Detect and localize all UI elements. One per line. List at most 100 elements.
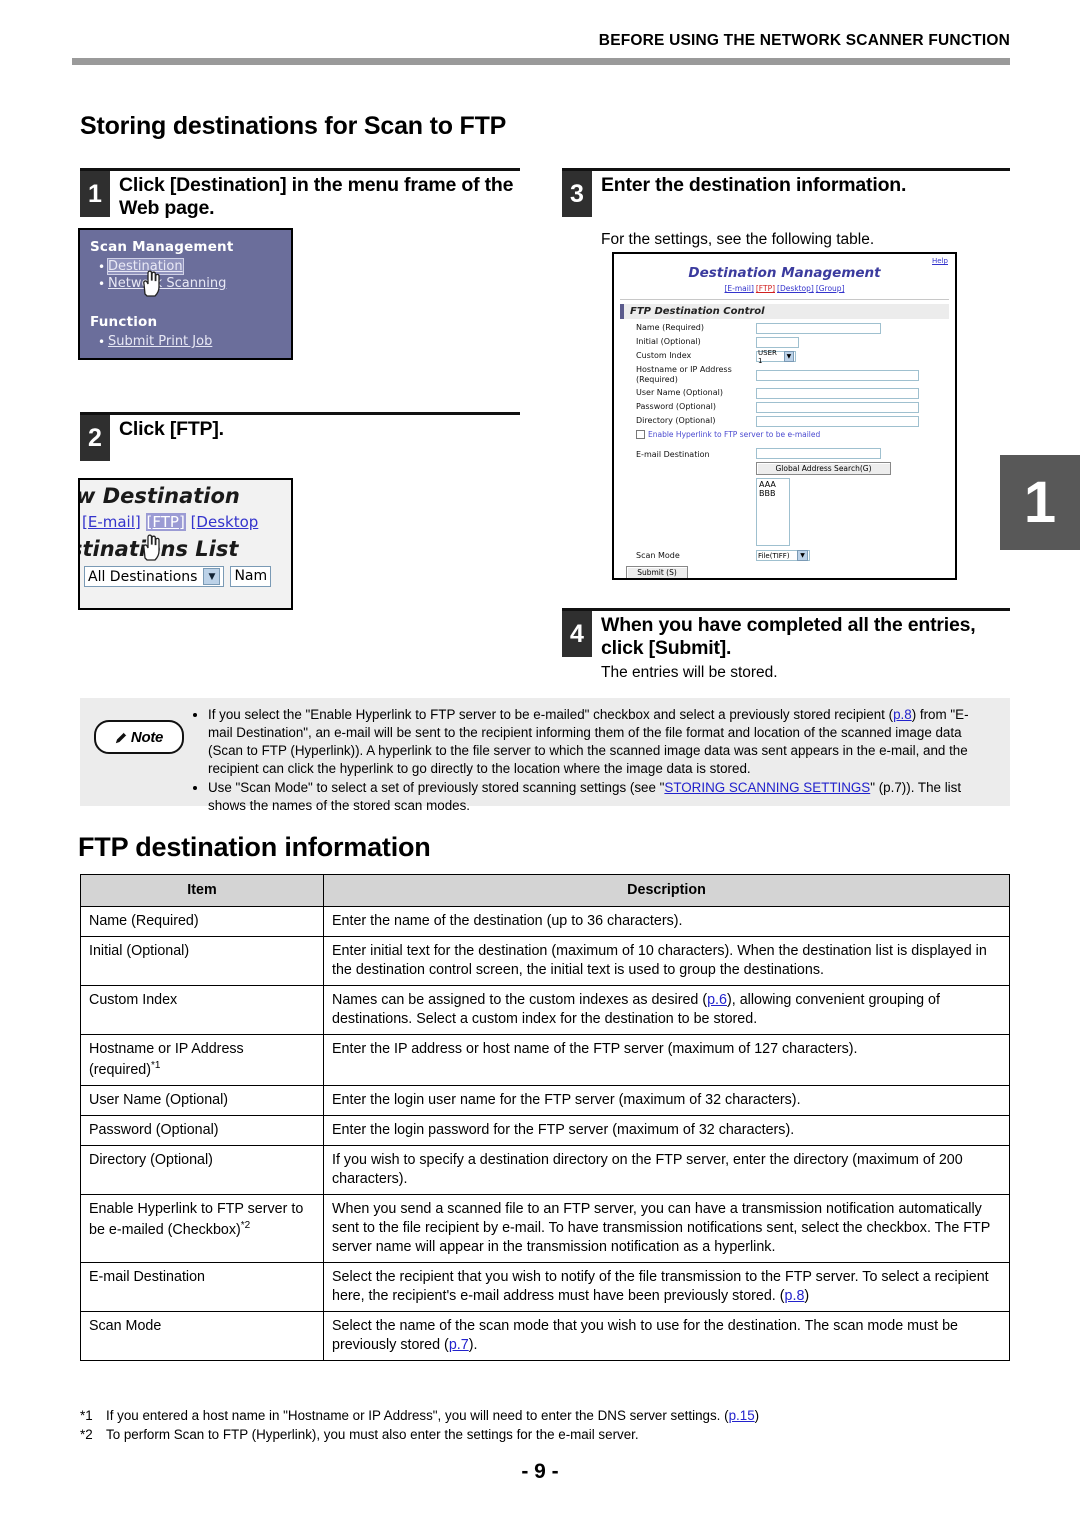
- link-p7[interactable]: p.7: [449, 1337, 469, 1353]
- footnote-1-marker: *1: [80, 1408, 93, 1423]
- row-item: Directory (Optional): [80, 1144, 324, 1195]
- form-title: Destination Management: [688, 265, 881, 281]
- enable-hyperlink-checkbox-row[interactable]: Enable Hyperlink to FTP server to be e-m…: [636, 430, 955, 439]
- scan-mode-select[interactable]: File(TIFF) ▼: [756, 550, 810, 561]
- field-name-label: Name (Required): [636, 323, 704, 332]
- row-item: User Name (Optional): [80, 1084, 324, 1116]
- all-destinations-select[interactable]: All Destinations ▼: [84, 566, 225, 587]
- enable-hyperlink-label: Enable Hyperlink to FTP server to be e-m…: [648, 430, 821, 439]
- note-content: If you select the "Enable Hyperlink to F…: [192, 706, 992, 817]
- page-title: Storing destinations for Scan to FTP: [80, 112, 507, 140]
- menu-link-network-scanning[interactable]: Network Scanning: [108, 276, 226, 291]
- menu-item-network-scanning[interactable]: • Network Scanning: [98, 276, 291, 291]
- right-column: 3 Enter the destination information. For…: [562, 168, 1010, 249]
- footnotes: *1 If you entered a host name in "Hostna…: [80, 1406, 1010, 1445]
- dest-shot-title: w Destination: [78, 484, 240, 508]
- link-p15[interactable]: p.15: [729, 1408, 755, 1423]
- field-name-input[interactable]: [756, 323, 881, 334]
- global-address-search-button[interactable]: Global Address Search(G): [756, 462, 891, 475]
- field-custom-index-label: Custom Index: [636, 351, 692, 360]
- footnote-2-marker: *2: [80, 1427, 93, 1443]
- step-2: 2 Click [FTP].: [80, 415, 520, 461]
- step-2-block: 2 Click [FTP].: [80, 412, 520, 461]
- bullet-icon: •: [98, 276, 106, 291]
- email-destination-controls: Global Address Search(G) AAA BBB: [756, 448, 891, 546]
- running-head: BEFORE USING THE NETWORK SCANNER FUNCTIO…: [598, 32, 1010, 49]
- scan-mode-label: Scan Mode: [636, 550, 680, 560]
- email-destination-list[interactable]: AAA BBB: [756, 478, 790, 546]
- header-item: Item: [80, 874, 324, 907]
- form-fields: Name (Required) Initial (Optional) Custo…: [636, 323, 955, 427]
- dest-shot-list-title: stinations List: [78, 537, 239, 561]
- footnote-2-text: To perform Scan to FTP (Hyperlink), you …: [106, 1427, 639, 1443]
- table-row: Initial (Optional) Enter initial text fo…: [80, 936, 1010, 986]
- ftp-destination-table: Item Description Name (Required) Enter t…: [80, 874, 1010, 1361]
- table-row: Hostname or IP Address (required)*1 Ente…: [80, 1034, 1010, 1086]
- chevron-down-icon[interactable]: ▼: [203, 568, 221, 585]
- field-directory-label: Directory (Optional): [636, 416, 716, 425]
- scan-mode-row: Scan Mode File(TIFF) ▼: [636, 550, 955, 561]
- left-column: 1 Click [Destination] in the menu frame …: [80, 168, 520, 220]
- menu-item-destination[interactable]: • Destination: [98, 258, 291, 275]
- footnote-marker: *2: [240, 1219, 251, 1231]
- name-search-box[interactable]: Nam: [230, 566, 272, 587]
- table-row: Custom Index Names can be assigned to th…: [80, 985, 1010, 1035]
- chevron-down-icon[interactable]: ▼: [797, 550, 808, 561]
- form-tab-desktop[interactable]: [Desktop]: [777, 284, 814, 293]
- row-item: Enable Hyperlink to FTP server to be e-m…: [80, 1193, 324, 1263]
- link-p8[interactable]: p.8: [893, 707, 912, 722]
- pencil-icon: [115, 731, 127, 743]
- step-1-number: 1: [80, 171, 110, 217]
- menu-section-function: Function: [90, 314, 158, 330]
- field-custom-index-select[interactable]: USER 1 ▼: [756, 348, 796, 365]
- list-item[interactable]: BBB: [759, 489, 787, 498]
- dest-shot-tabs: [E-mail] [FTP] [Desktop: [82, 513, 291, 531]
- form-divider: [620, 299, 949, 300]
- form-tab-ftp[interactable]: [FTP]: [756, 284, 775, 293]
- field-username-input[interactable]: [756, 388, 919, 399]
- dest-tab-email[interactable]: [E-mail]: [82, 513, 141, 531]
- link-p6[interactable]: p.6: [707, 992, 727, 1008]
- list-item[interactable]: AAA: [759, 480, 787, 489]
- dest-tab-ftp[interactable]: [FTP]: [145, 513, 186, 531]
- custom-index-value: USER 1: [758, 348, 777, 365]
- row-item: Password (Optional): [80, 1114, 324, 1146]
- link-storing-scanning-settings[interactable]: STORING SCANNING SETTINGS: [664, 780, 870, 795]
- email-destination-row: E-mail Destination Global Address Search…: [636, 448, 955, 546]
- field-directory-input[interactable]: [756, 416, 919, 427]
- menu-link-submit-print-job[interactable]: Submit Print Job: [108, 334, 212, 349]
- note-badge: Note: [94, 720, 184, 754]
- step-4-subtext: The entries will be stored.: [601, 664, 778, 681]
- scan-mode-value: File(TIFF): [758, 551, 790, 560]
- field-username-label: User Name (Optional): [636, 388, 723, 397]
- menu-spacer: [80, 293, 291, 305]
- form-tab-group[interactable]: [Group]: [816, 284, 845, 293]
- field-hostname: Hostname or IP Address (Required): [636, 365, 955, 385]
- submit-button[interactable]: Submit (S): [626, 566, 688, 578]
- link-p8[interactable]: p.8: [785, 1288, 805, 1304]
- row-item: Name (Required): [80, 906, 324, 937]
- step-1-text: Click [Destination] in the menu frame of…: [119, 174, 514, 219]
- menu-frame-screenshot: Scan Management • Destination • Network …: [78, 228, 293, 360]
- dest-tab-desktop[interactable]: [Desktop: [191, 513, 259, 531]
- menu-item-submit-print-job[interactable]: • Submit Print Job: [98, 334, 291, 349]
- all-destinations-value: All Destinations: [88, 568, 198, 585]
- form-section-header: FTP Destination Control: [620, 304, 949, 319]
- help-link[interactable]: Help: [932, 257, 948, 265]
- note-bullets: If you select the "Enable Hyperlink to F…: [192, 706, 992, 816]
- menu-link-destination[interactable]: Destination: [107, 258, 184, 275]
- step-3-text: Enter the destination information.: [601, 174, 907, 196]
- note-bullet-1: If you select the "Enable Hyperlink to F…: [208, 706, 992, 778]
- email-destination-input[interactable]: [756, 448, 881, 459]
- menu-list-scan-management: • Destination • Network Scanning: [80, 258, 291, 291]
- field-initial-input[interactable]: [756, 337, 799, 348]
- chevron-down-icon[interactable]: ▼: [783, 351, 794, 362]
- checkbox-icon[interactable]: [636, 430, 645, 439]
- field-hostname-input[interactable]: [756, 370, 919, 381]
- form-tab-email[interactable]: [E-mail]: [725, 284, 754, 293]
- field-password-input[interactable]: [756, 402, 919, 413]
- section-title-ftp-destination-information: FTP destination information: [78, 832, 431, 862]
- table-row: Name (Required) Enter the name of the de…: [80, 906, 1010, 937]
- table-row: Directory (Optional) If you wish to spec…: [80, 1144, 1010, 1195]
- table-row: User Name (Optional) Enter the login use…: [80, 1084, 1010, 1116]
